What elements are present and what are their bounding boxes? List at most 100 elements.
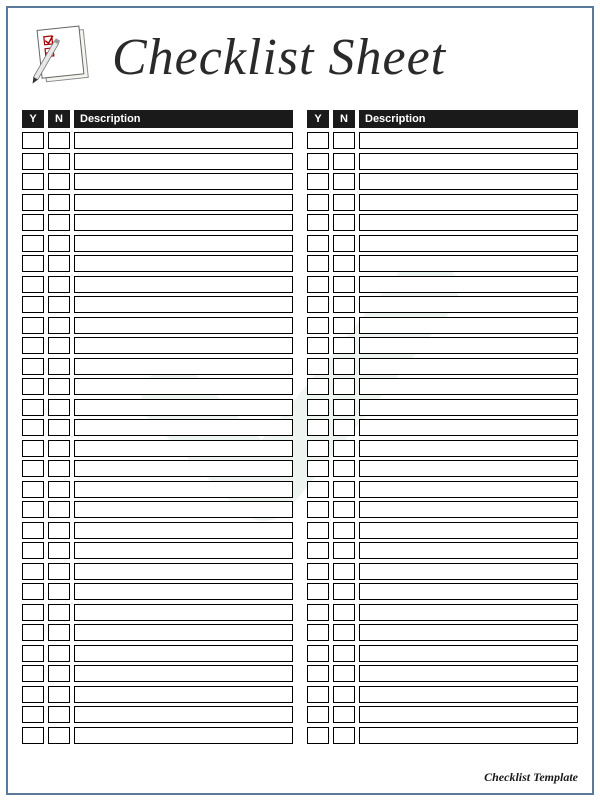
checkbox-y[interactable] xyxy=(22,645,44,662)
checkbox-n[interactable] xyxy=(333,727,355,744)
checkbox-n[interactable] xyxy=(333,645,355,662)
description-field[interactable] xyxy=(74,317,293,334)
description-field[interactable] xyxy=(74,481,293,498)
description-field[interactable] xyxy=(359,296,578,313)
checkbox-y[interactable] xyxy=(307,153,329,170)
description-field[interactable] xyxy=(359,317,578,334)
checkbox-y[interactable] xyxy=(307,317,329,334)
description-field[interactable] xyxy=(74,173,293,190)
description-field[interactable] xyxy=(74,296,293,313)
checkbox-n[interactable] xyxy=(333,419,355,436)
checkbox-y[interactable] xyxy=(22,665,44,682)
checkbox-n[interactable] xyxy=(48,358,70,375)
checkbox-y[interactable] xyxy=(307,440,329,457)
description-field[interactable] xyxy=(359,501,578,518)
description-field[interactable] xyxy=(359,337,578,354)
checkbox-y[interactable] xyxy=(307,255,329,272)
description-field[interactable] xyxy=(359,132,578,149)
description-field[interactable] xyxy=(359,173,578,190)
checkbox-y[interactable] xyxy=(22,296,44,313)
checkbox-y[interactable] xyxy=(22,624,44,641)
description-field[interactable] xyxy=(359,563,578,580)
checkbox-n[interactable] xyxy=(333,358,355,375)
checkbox-y[interactable] xyxy=(307,460,329,477)
description-field[interactable] xyxy=(359,686,578,703)
checkbox-n[interactable] xyxy=(333,337,355,354)
description-field[interactable] xyxy=(74,440,293,457)
checkbox-n[interactable] xyxy=(333,522,355,539)
checkbox-y[interactable] xyxy=(307,542,329,559)
checkbox-y[interactable] xyxy=(307,686,329,703)
checkbox-y[interactable] xyxy=(22,194,44,211)
checkbox-n[interactable] xyxy=(48,583,70,600)
checkbox-y[interactable] xyxy=(22,727,44,744)
checkbox-n[interactable] xyxy=(333,255,355,272)
checkbox-y[interactable] xyxy=(22,378,44,395)
description-field[interactable] xyxy=(74,255,293,272)
checkbox-n[interactable] xyxy=(48,153,70,170)
checkbox-y[interactable] xyxy=(22,153,44,170)
checkbox-n[interactable] xyxy=(333,501,355,518)
checkbox-n[interactable] xyxy=(333,604,355,621)
checkbox-n[interactable] xyxy=(48,481,70,498)
checkbox-y[interactable] xyxy=(22,132,44,149)
description-field[interactable] xyxy=(359,542,578,559)
checkbox-n[interactable] xyxy=(48,132,70,149)
description-field[interactable] xyxy=(74,604,293,621)
description-field[interactable] xyxy=(74,522,293,539)
checkbox-y[interactable] xyxy=(307,624,329,641)
description-field[interactable] xyxy=(359,665,578,682)
description-field[interactable] xyxy=(74,214,293,231)
checkbox-y[interactable] xyxy=(22,276,44,293)
description-field[interactable] xyxy=(74,194,293,211)
checkbox-n[interactable] xyxy=(48,337,70,354)
description-field[interactable] xyxy=(74,706,293,723)
description-field[interactable] xyxy=(74,276,293,293)
checkbox-n[interactable] xyxy=(333,214,355,231)
description-field[interactable] xyxy=(359,276,578,293)
checkbox-n[interactable] xyxy=(48,727,70,744)
description-field[interactable] xyxy=(74,501,293,518)
checkbox-y[interactable] xyxy=(307,481,329,498)
checkbox-y[interactable] xyxy=(307,665,329,682)
description-field[interactable] xyxy=(74,378,293,395)
description-field[interactable] xyxy=(359,583,578,600)
checkbox-y[interactable] xyxy=(22,173,44,190)
checkbox-n[interactable] xyxy=(48,563,70,580)
checkbox-n[interactable] xyxy=(48,235,70,252)
checkbox-n[interactable] xyxy=(48,399,70,416)
checkbox-n[interactable] xyxy=(333,460,355,477)
checkbox-y[interactable] xyxy=(22,419,44,436)
checkbox-y[interactable] xyxy=(22,583,44,600)
checkbox-y[interactable] xyxy=(22,686,44,703)
description-field[interactable] xyxy=(359,460,578,477)
description-field[interactable] xyxy=(74,542,293,559)
checkbox-y[interactable] xyxy=(22,460,44,477)
checkbox-y[interactable] xyxy=(307,563,329,580)
checkbox-n[interactable] xyxy=(333,378,355,395)
checkbox-y[interactable] xyxy=(307,583,329,600)
checkbox-n[interactable] xyxy=(48,686,70,703)
description-field[interactable] xyxy=(74,727,293,744)
description-field[interactable] xyxy=(74,665,293,682)
description-field[interactable] xyxy=(359,255,578,272)
checkbox-n[interactable] xyxy=(333,706,355,723)
checkbox-y[interactable] xyxy=(22,317,44,334)
description-field[interactable] xyxy=(74,235,293,252)
checkbox-y[interactable] xyxy=(307,173,329,190)
checkbox-y[interactable] xyxy=(307,604,329,621)
checkbox-n[interactable] xyxy=(333,317,355,334)
checkbox-n[interactable] xyxy=(333,153,355,170)
checkbox-n[interactable] xyxy=(48,542,70,559)
checkbox-n[interactable] xyxy=(333,481,355,498)
checkbox-y[interactable] xyxy=(22,542,44,559)
checkbox-y[interactable] xyxy=(22,481,44,498)
checkbox-n[interactable] xyxy=(48,378,70,395)
checkbox-n[interactable] xyxy=(48,706,70,723)
checkbox-n[interactable] xyxy=(333,194,355,211)
checkbox-y[interactable] xyxy=(22,522,44,539)
description-field[interactable] xyxy=(359,378,578,395)
checkbox-n[interactable] xyxy=(333,440,355,457)
checkbox-n[interactable] xyxy=(48,419,70,436)
checkbox-n[interactable] xyxy=(333,132,355,149)
